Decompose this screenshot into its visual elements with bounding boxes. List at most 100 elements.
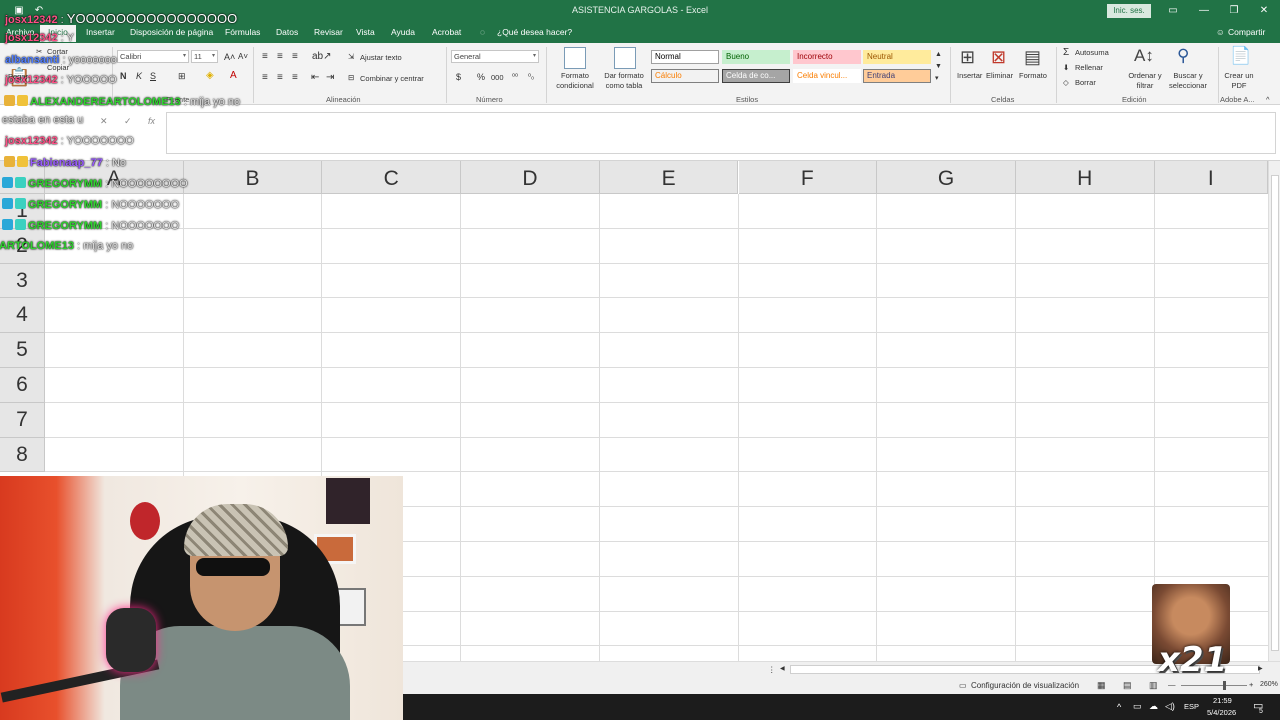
- shrink-font-icon[interactable]: A˅: [238, 52, 248, 61]
- language-indicator[interactable]: ESP: [1184, 702, 1199, 711]
- format-cells-icon[interactable]: ▤: [1024, 47, 1041, 68]
- close-button[interactable]: ✕: [1254, 3, 1274, 19]
- align-middle-icon[interactable]: ≡: [277, 51, 283, 62]
- column-header-b[interactable]: B: [183, 161, 323, 194]
- sort-filter-button[interactable]: Ordenar y filtrar: [1124, 71, 1166, 91]
- format-cells-button[interactable]: Formato: [1019, 71, 1047, 80]
- column-header-h[interactable]: H: [1015, 161, 1155, 194]
- fill-button[interactable]: Rellenar: [1075, 63, 1103, 72]
- row-header-3[interactable]: 3: [0, 263, 45, 299]
- gallery-down-icon[interactable]: ▼: [935, 63, 942, 70]
- clock-time[interactable]: 21:59: [1213, 696, 1232, 705]
- delete-cells-button[interactable]: Eliminar: [986, 71, 1013, 80]
- align-top-icon[interactable]: ≡: [262, 51, 268, 62]
- create-pdf-icon[interactable]: 📄: [1230, 46, 1251, 66]
- format-as-table-icon[interactable]: [614, 47, 636, 69]
- column-header-i[interactable]: I: [1154, 161, 1268, 194]
- indent-decrease-icon[interactable]: ⇤: [311, 72, 319, 83]
- tab-revisar[interactable]: Revisar: [314, 27, 343, 37]
- insert-cells-button[interactable]: Insertar: [957, 71, 982, 80]
- tab-formulas[interactable]: Fórmulas: [225, 27, 260, 37]
- align-bottom-icon[interactable]: ≡: [292, 51, 298, 62]
- align-center-icon[interactable]: ≡: [277, 72, 283, 83]
- cell-style-1[interactable]: Bueno: [722, 50, 790, 64]
- number-format-select[interactable]: General ▾: [451, 50, 539, 63]
- delete-cells-icon[interactable]: ⊠: [991, 47, 1006, 68]
- autosum-button[interactable]: Autosuma: [1075, 48, 1109, 57]
- page-layout-icon[interactable]: ▤: [1123, 680, 1132, 691]
- insert-function-icon[interactable]: fx: [148, 116, 155, 126]
- column-header-d[interactable]: D: [461, 161, 600, 194]
- normal-view-icon[interactable]: ▦: [1097, 680, 1106, 691]
- volume-icon[interactable]: ◁): [1165, 701, 1175, 712]
- network-icon[interactable]: ▭: [1133, 701, 1142, 712]
- tell-me-box[interactable]: ¿Qué desea hacer?: [497, 27, 572, 37]
- italic-icon[interactable]: K: [136, 71, 142, 81]
- autosum-icon[interactable]: Σ: [1063, 47, 1069, 58]
- maximize-button[interactable]: ❐: [1224, 3, 1244, 19]
- fill-icon[interactable]: ⬇: [1063, 63, 1069, 72]
- find-select-button[interactable]: Buscar y seleccionar: [1163, 71, 1213, 91]
- font-color-icon[interactable]: A: [230, 70, 237, 81]
- tray-chevron-icon[interactable]: ^: [1117, 702, 1121, 712]
- cell-style-3[interactable]: Neutral: [863, 50, 931, 64]
- ribbon-display-icon[interactable]: ▭: [1163, 3, 1183, 19]
- increase-decimal-icon[interactable]: ⁰⁰: [512, 72, 518, 81]
- share-button[interactable]: Compartir: [1228, 27, 1265, 37]
- gallery-more-icon[interactable]: ▾: [935, 74, 939, 82]
- tab-datos[interactable]: Datos: [276, 27, 298, 37]
- clear-icon[interactable]: ◇: [1063, 78, 1069, 87]
- grow-font-icon[interactable]: A˄: [224, 52, 235, 62]
- enter-icon[interactable]: ✓: [124, 116, 132, 127]
- zoom-slider-handle[interactable]: [1223, 681, 1226, 690]
- vertical-scrollbar[interactable]: [1268, 161, 1280, 661]
- formula-input[interactable]: [166, 112, 1276, 154]
- display-settings-icon[interactable]: ▭: [959, 681, 967, 690]
- row-header-7[interactable]: 7: [0, 402, 45, 438]
- underline-icon[interactable]: S: [150, 71, 156, 81]
- sign-in-button[interactable]: Inic. ses.: [1107, 4, 1151, 18]
- display-settings-button[interactable]: Configuración de visualización: [971, 681, 1079, 690]
- borders-icon[interactable]: ⊞: [178, 71, 186, 82]
- scroll-separator-icon[interactable]: ⋮: [768, 665, 776, 674]
- row-header-4[interactable]: 4: [0, 298, 45, 334]
- zoom-out-icon[interactable]: —: [1168, 680, 1176, 689]
- sort-filter-icon[interactable]: A↕: [1134, 46, 1154, 66]
- cell-style-6[interactable]: Celda vincul...: [793, 69, 861, 83]
- minimize-button[interactable]: —: [1194, 3, 1214, 19]
- row-header-8[interactable]: 8: [0, 437, 45, 473]
- cloud-icon[interactable]: ☁: [1149, 701, 1158, 712]
- align-right-icon[interactable]: ≡: [292, 72, 298, 83]
- format-as-table-button[interactable]: Dar formato como tabla: [600, 71, 648, 91]
- create-pdf-button[interactable]: Crear un PDF: [1222, 71, 1256, 91]
- scroll-right-icon[interactable]: ▶: [1258, 665, 1263, 672]
- currency-icon[interactable]: $: [456, 72, 461, 82]
- wrap-text-icon[interactable]: ⇲: [348, 52, 354, 61]
- row-header-6[interactable]: 6: [0, 368, 45, 403]
- cancel-icon[interactable]: ✕: [100, 116, 108, 127]
- tab-acrobat[interactable]: Acrobat: [432, 27, 461, 37]
- tab-vista[interactable]: Vista: [356, 27, 375, 37]
- column-header-c[interactable]: C: [322, 161, 462, 194]
- collapse-ribbon-icon[interactable]: ^: [1266, 95, 1270, 104]
- cell-style-2[interactable]: Incorrecto: [793, 50, 861, 64]
- decrease-decimal-icon[interactable]: ⁰₀: [528, 72, 534, 81]
- cell-style-5[interactable]: Celda de co...: [722, 69, 790, 83]
- fill-color-icon[interactable]: ◈: [206, 70, 214, 81]
- zoom-in-icon[interactable]: +: [1249, 680, 1253, 689]
- merge-center-button[interactable]: Combinar y centrar: [360, 74, 424, 83]
- tab-ayuda[interactable]: Ayuda: [391, 27, 415, 37]
- align-left-icon[interactable]: ≡: [262, 72, 268, 83]
- wrap-text-button[interactable]: Ajustar texto: [360, 53, 402, 62]
- column-header-e[interactable]: E: [599, 161, 739, 194]
- insert-cells-icon[interactable]: ⊞: [960, 47, 975, 68]
- merge-icon[interactable]: ⊟: [348, 73, 354, 82]
- thousands-icon[interactable]: 000: [491, 73, 504, 82]
- gallery-up-icon[interactable]: ▲: [935, 51, 942, 58]
- column-header-f[interactable]: F: [738, 161, 878, 194]
- indent-increase-icon[interactable]: ⇥: [326, 72, 334, 83]
- tab-insertar[interactable]: Insertar: [86, 27, 115, 37]
- cell-style-4[interactable]: Cálculo: [651, 69, 719, 83]
- page-break-icon[interactable]: ▥: [1149, 680, 1158, 691]
- cell-style-7[interactable]: Entrada: [863, 69, 931, 83]
